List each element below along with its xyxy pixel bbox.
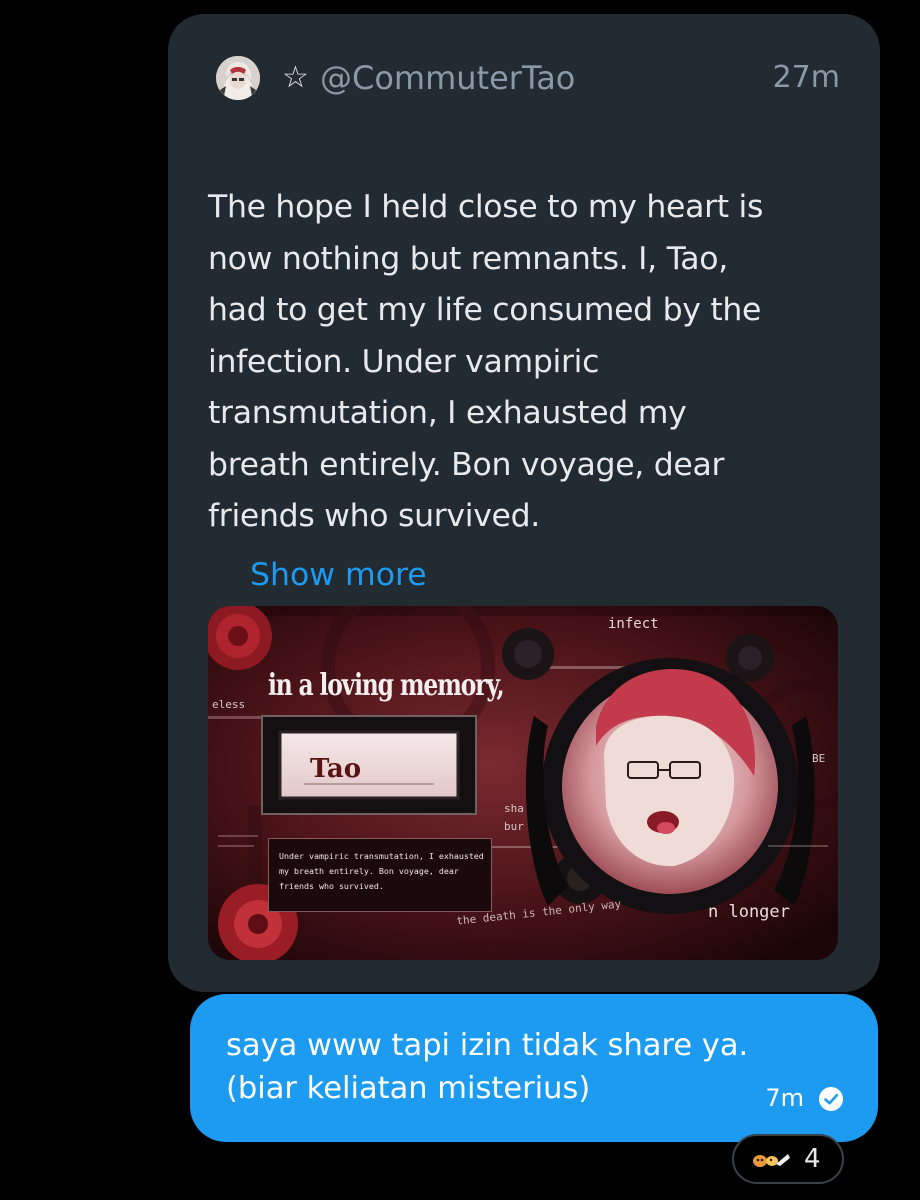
tweet-image[interactable]: in a loving memory, infect Tao eless sha… [208, 606, 838, 960]
avatar[interactable] [216, 56, 260, 100]
reaction-count: 4 [804, 1144, 821, 1174]
tweet-text: The hope I held close to my heart is now… [208, 189, 764, 534]
image-left-small: eless [212, 698, 246, 711]
author-handle[interactable]: @CommuterTao [320, 58, 575, 98]
image-quote-text: Under vampiric transmutation, I exhauste… [279, 851, 484, 891]
message-text: saya www tapi izin tidak share ya. (biar… [226, 1028, 749, 1106]
image-heading: in a loving memory, [268, 668, 505, 703]
message-timestamp: 7m [765, 1084, 804, 1112]
image-bottom-right-text: n longer [708, 902, 790, 922]
read-check-icon [819, 1087, 843, 1111]
reaction-emoji-icon [753, 1154, 790, 1167]
image-top-word: infect [608, 616, 659, 632]
image-side-word-1: sha [504, 802, 524, 815]
image-name-plate: Tao [310, 754, 362, 784]
image-side-word-2: bur [504, 820, 524, 833]
star-icon: ☆ [282, 60, 309, 95]
tweet-timestamp: 27m [772, 60, 840, 95]
show-more-link[interactable]: Show more [250, 550, 427, 600]
chat-screen: ☆ @CommuterTao 27m The hope I held close… [0, 0, 920, 1200]
image-quote-box: Under vampiric transmutation, I exhauste… [268, 838, 492, 912]
shared-tweet-card[interactable]: ☆ @CommuterTao 27m The hope I held close… [168, 14, 880, 992]
tweet-header: ☆ @CommuterTao 27m [216, 56, 840, 100]
reaction-pill[interactable]: 4 [732, 1134, 844, 1184]
sent-message-bubble[interactable]: saya www tapi izin tidak share ya. (biar… [190, 994, 878, 1142]
image-right-small: BE [812, 752, 826, 765]
